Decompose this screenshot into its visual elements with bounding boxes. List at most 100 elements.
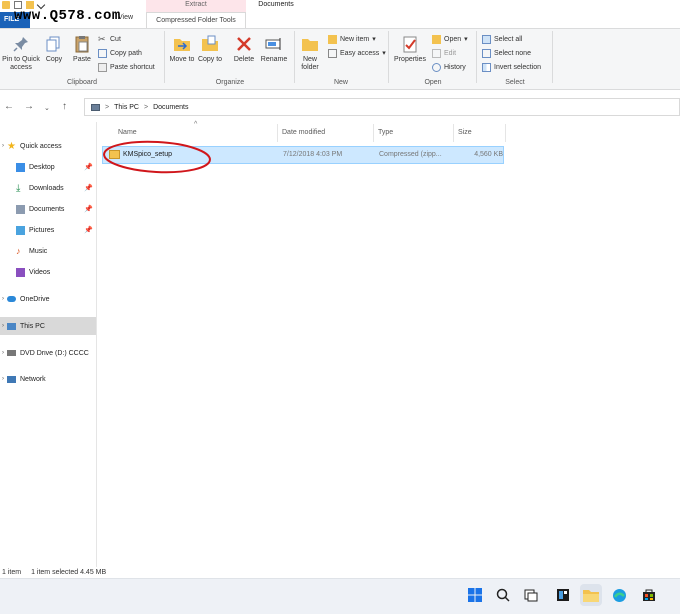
cut-button[interactable]: ✂ Cut [98,33,164,45]
sort-up-icon: ^ [194,121,198,128]
rename-button[interactable]: Rename [258,34,290,64]
select-none-button[interactable]: Select none [482,47,554,59]
sidebar-item-desktop[interactable]: Desktop 📌 [0,158,96,176]
pin-icon[interactable]: 📌 [84,226,93,234]
watermark: www.Q578.com [14,8,121,24]
paste-icon [75,36,89,53]
properties-button[interactable]: Properties [392,34,428,64]
arrow-up-icon: ↑ [62,101,67,112]
task-view-button[interactable] [520,584,542,606]
easy-access-icon [328,48,337,58]
select-all-icon [482,34,491,44]
task-view-icon [524,589,538,602]
pin-icon[interactable]: 📌 [84,163,93,171]
delete-x-icon [237,37,251,51]
group-divider [164,31,165,83]
widgets-button[interactable] [552,584,574,606]
store-icon [643,589,655,601]
videos-icon [16,267,25,277]
sidebar-item-quick-access[interactable]: › ★ Quick access [0,137,96,155]
sidebar-item-onedrive[interactable]: › OneDrive [0,290,96,308]
windows-logo-icon [468,588,482,602]
shortcut-icon [98,62,107,72]
copy-to-button[interactable]: Copy to [196,34,224,64]
sidebar-item-dvd-drive[interactable]: › DVD Drive (D:) CCCC [0,344,96,362]
forward-button[interactable]: → [24,101,34,112]
pin-icon[interactable]: 📌 [84,184,93,192]
clipboard-group-label: Clipboard [67,79,97,86]
group-divider [552,31,553,83]
new-item-icon [328,34,337,44]
pin-icon[interactable]: 📌 [84,205,93,213]
pin-quick-access-button[interactable]: Pin to Quick access [2,34,40,72]
column-size[interactable]: Size [454,124,506,142]
tab-compressed-folder-tools[interactable]: Compressed Folder Tools [146,12,246,28]
edit-button[interactable]: Edit [432,47,478,59]
open-group-label: Open [424,79,442,86]
address-bar[interactable]: > This PC > Documents [84,98,680,116]
computer-icon [91,103,100,111]
sidebar-item-documents[interactable]: Documents 📌 [0,200,96,218]
taskbar [0,578,680,614]
sidebar-item-music[interactable]: ♪ Music [0,242,96,260]
widgets-icon [557,589,569,601]
documents-icon [16,204,25,214]
sidebar-item-this-pc[interactable]: › This PC [0,317,96,335]
pin-icon [13,37,28,52]
breadcrumb-this-pc[interactable]: This PC [114,104,139,111]
move-folder-icon [174,39,190,51]
status-bar: 1 item 1 item selected 4.45 MB [0,566,680,578]
file-explorer-taskbar-button[interactable] [580,584,602,606]
copy-button[interactable]: Copy [40,34,68,64]
sidebar-item-pictures[interactable]: Pictures 📌 [0,221,96,239]
column-type[interactable]: Type [374,124,454,142]
chevron-down-icon: ⌄ [44,105,50,112]
computer-icon [7,322,16,330]
new-item-button[interactable]: New item ▾ [328,33,388,45]
back-button[interactable]: ← [4,101,14,112]
breadcrumb-documents[interactable]: Documents [153,104,188,111]
paste-button[interactable]: Paste [68,34,96,64]
edit-icon [432,48,441,58]
status-item-count: 1 item [2,568,22,576]
delete-button[interactable]: Delete [230,34,258,64]
new-folder-icon [302,39,318,51]
properties-icon [403,36,417,53]
group-divider [476,31,477,83]
paste-shortcut-button[interactable]: Paste shortcut [98,61,164,73]
edge-icon [612,588,626,602]
status-selection: 1 item selected 4.45 MB [31,568,107,576]
copy-folder-icon [202,35,218,51]
explorer-icon[interactable] [2,1,10,9]
open-small-buttons: Open ▾ Edit History [432,33,478,73]
sidebar-item-downloads[interactable]: ⤓ Downloads 📌 [0,179,96,197]
sidebar-item-network[interactable]: › Network [0,370,96,388]
move-to-button[interactable]: Move to [168,34,196,64]
arrow-left-icon: ← [4,101,14,112]
copy-icon [46,36,60,52]
organize-group-label: Organize [215,79,245,86]
open-button[interactable]: Open ▾ [432,33,478,45]
easy-access-button[interactable]: Easy access ▾ [328,47,388,59]
chevron-right-icon: › [2,376,4,382]
select-all-button[interactable]: Select all [482,33,554,45]
select-group-label: Select [505,79,525,86]
sidebar-item-videos[interactable]: Videos [0,263,96,281]
new-folder-button[interactable]: New folder [296,34,324,72]
desktop-icon [16,162,25,172]
dvd-icon [7,350,16,356]
history-button[interactable]: History [432,61,478,73]
start-button[interactable] [464,584,486,606]
invert-selection-button[interactable]: Invert selection [482,61,554,73]
edge-button[interactable] [608,584,630,606]
history-icon [432,62,441,72]
new-small-buttons: New item ▾ Easy access ▾ [328,33,388,59]
recent-locations-button[interactable]: ⌄ [44,104,50,112]
search-button[interactable] [492,584,514,606]
window-title: Documents [258,1,294,8]
up-button[interactable]: ↑ [62,101,67,112]
column-date-modified[interactable]: Date modified [278,124,374,142]
copy-path-button[interactable]: Copy path [98,47,164,59]
store-button[interactable] [638,584,660,606]
annotation-circle [103,140,211,174]
